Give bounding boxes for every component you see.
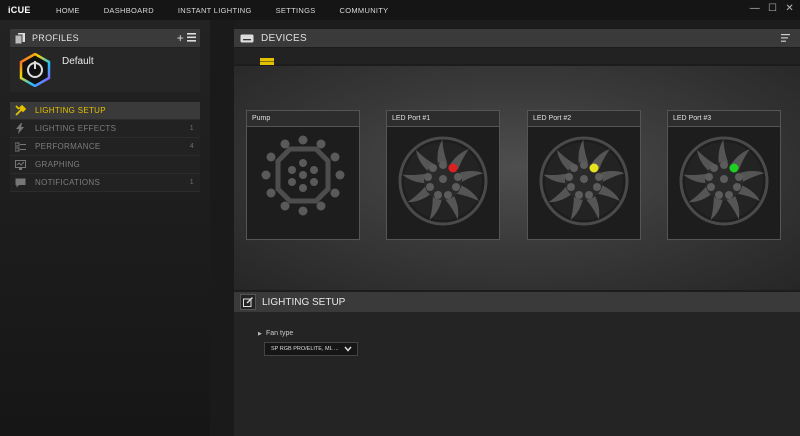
sidebar-item-label: LIGHTING EFFECTS [35, 124, 117, 133]
nav-settings[interactable]: SETTINGS [276, 6, 316, 15]
nav-community[interactable]: COMMUNITY [340, 6, 389, 15]
fan-led-diagram [387, 127, 499, 239]
device-card-led-port-3[interactable]: LED Port #3 [667, 110, 781, 240]
sidebar-menu: LIGHTING SETUP LIGHTING EFFECTS 1 PERFOR… [10, 102, 200, 192]
sliders-icon [13, 142, 27, 152]
fan-graphic [398, 136, 488, 226]
device-strip [234, 48, 800, 65]
card-title: LED Port #1 [387, 111, 499, 127]
minimize-icon[interactable]: — [750, 3, 760, 14]
fan-led-diagram [528, 127, 640, 239]
add-profile-icon[interactable]: + [177, 31, 184, 45]
lighting-setup-header: LIGHTING SETUP [234, 292, 800, 312]
sidebar-item-count: 1 [189, 125, 194, 132]
profiles-header: PROFILES + [10, 29, 200, 47]
profile-item-default[interactable]: Default [10, 48, 200, 92]
device-card-led-port-1[interactable]: LED Port #1 [386, 110, 500, 240]
wrench-icon [13, 105, 27, 116]
app-logo: iCUE [8, 5, 31, 15]
devices-header: DEVICES [234, 29, 800, 47]
sidebar-item-lighting-setup[interactable]: LIGHTING SETUP [10, 102, 200, 120]
fan-led-diagram [668, 127, 780, 239]
lightning-icon [13, 123, 27, 134]
sidebar-item-notifications[interactable]: NOTIFICATIONS 1 [10, 174, 200, 192]
window-controls: — ☐ ✕ [750, 3, 794, 14]
expand-arrow-icon[interactable]: ▶ [258, 331, 262, 337]
profiles-menu-icon[interactable] [187, 33, 196, 44]
sidebar-item-lighting-effects[interactable]: LIGHTING EFFECTS 1 [10, 120, 200, 138]
nav-dashboard[interactable]: DASHBOARD [104, 6, 154, 15]
maximize-icon[interactable]: ☐ [768, 3, 777, 14]
close-icon[interactable]: ✕ [785, 3, 794, 14]
device-card-led-port-2[interactable]: LED Port #2 [527, 110, 641, 240]
sidebar-item-label: PERFORMANCE [35, 142, 101, 151]
sidebar-item-label: LIGHTING SETUP [35, 106, 106, 115]
sidebar-item-count: 1 [189, 179, 194, 186]
pump-led-diagram [247, 127, 359, 239]
fan-type-label: Fan type [266, 330, 294, 337]
sidebar-item-label: NOTIFICATIONS [35, 178, 101, 187]
sidebar-item-performance[interactable]: PERFORMANCE 4 [10, 138, 200, 156]
lighting-setup-body [234, 312, 800, 436]
card-title: LED Port #3 [668, 111, 780, 127]
profile-name: Default [62, 56, 94, 67]
card-title: LED Port #2 [528, 111, 640, 127]
profile-page-icon [14, 32, 26, 44]
nav-instant-lighting[interactable]: INSTANT LIGHTING [178, 6, 252, 15]
top-bar: iCUE HOME DASHBOARD INSTANT LIGHTING SET… [0, 0, 800, 20]
fan-graphic [679, 136, 769, 226]
keyboard-icon [239, 32, 255, 44]
chat-bubble-icon [13, 178, 27, 188]
sidebar-item-graphing[interactable]: GRAPHING [10, 156, 200, 174]
fan-type-select[interactable]: SP RGB PRO/ELITE, ML ... [264, 342, 358, 356]
card-title: Pump [247, 111, 359, 127]
nav-home[interactable]: HOME [56, 6, 80, 15]
fan-graphic [539, 136, 629, 226]
sidebar-item-label: GRAPHING [35, 160, 81, 169]
devices-menu-icon[interactable] [781, 34, 790, 45]
edit-icon [240, 294, 256, 310]
devices-title: DEVICES [261, 32, 308, 44]
device-card-pump[interactable]: Pump [246, 110, 360, 240]
monitor-graph-icon [13, 159, 27, 170]
chevron-down-icon [344, 345, 352, 355]
profile-hexagon-icon [18, 52, 52, 88]
fan-type-value: SP RGB PRO/ELITE, ML ... [271, 346, 339, 352]
lighting-setup-title: LIGHTING SETUP [262, 296, 346, 308]
profiles-title: PROFILES [32, 33, 79, 43]
sidebar-item-count: 4 [189, 143, 194, 150]
